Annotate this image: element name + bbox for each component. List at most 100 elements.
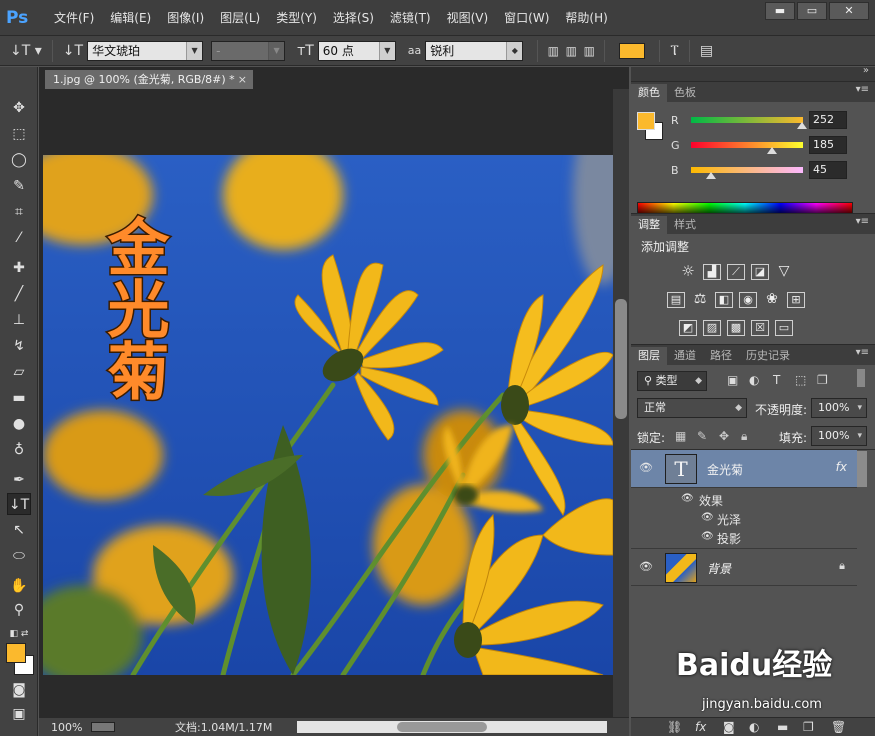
menu-image[interactable]: 图像(I) (159, 0, 212, 36)
vibrance-icon[interactable]: ▽ (775, 264, 793, 280)
effect-row-satin[interactable]: 👁︎ 光泽 (631, 510, 857, 528)
menu-type[interactable]: 类型(Y) (268, 0, 325, 36)
text-color-swatch[interactable] (619, 42, 646, 59)
new-adjustment-icon[interactable]: ◐ (749, 720, 759, 734)
red-value-input[interactable]: 252 (809, 111, 847, 129)
layer-row-background[interactable]: 👁︎ 背景 🔒︎ (631, 548, 857, 586)
vertical-scrollbar[interactable] (613, 89, 629, 717)
add-style-icon[interactable]: fx (695, 720, 706, 734)
green-value-input[interactable]: 185 (809, 136, 847, 154)
filter-shape-icon[interactable]: ⬚ (795, 373, 806, 387)
type-tool-preset-icon[interactable]: ↓T ▾ (6, 36, 46, 66)
gradient-map-icon[interactable]: ▭ (775, 320, 793, 336)
panel-menu-icon[interactable]: ▾≡ (856, 347, 869, 358)
eye-icon[interactable]: 👁︎ (681, 493, 694, 504)
path-select-icon[interactable]: ↖ (7, 519, 31, 541)
type-tool-icon[interactable]: ↓T (7, 493, 31, 515)
default-colors-icon[interactable]: ◧ ⇄ (7, 623, 31, 645)
tab-history[interactable]: 历史记录 (739, 347, 797, 365)
invert-icon[interactable]: ◩ (679, 320, 697, 336)
ellipse-tool-icon[interactable]: ⬭ (7, 545, 31, 567)
menu-layer[interactable]: 图层(L) (212, 0, 268, 36)
tab-paths[interactable]: 路径 (703, 347, 739, 365)
green-slider-handle[interactable] (767, 147, 778, 154)
lock-pixels-icon[interactable]: ✎ (697, 429, 707, 443)
lasso-tool-icon[interactable]: ◯ (7, 149, 31, 171)
bw-icon[interactable]: ◧ (715, 292, 733, 308)
close-tab-icon[interactable]: × (238, 70, 247, 89)
character-panel-icon[interactable]: ▤ (696, 36, 717, 66)
eye-icon[interactable]: 👁︎ (701, 531, 714, 542)
brush-tool-icon[interactable]: ╱ (7, 283, 31, 305)
filter-adjustment-icon[interactable]: ◐ (749, 373, 759, 387)
eye-icon[interactable]: 👁︎ (701, 512, 714, 523)
tab-color[interactable]: 颜色 (631, 84, 667, 102)
menu-view[interactable]: 视图(V) (439, 0, 497, 36)
maximize-button[interactable]: ▭ (797, 2, 827, 20)
menu-edit[interactable]: 编辑(E) (102, 0, 159, 36)
eyedropper-tool-icon[interactable]: ⁄ (7, 227, 31, 249)
document-tab[interactable]: 1.jpg @ 100% (金光菊, RGB/8#) * × (44, 69, 254, 89)
layer-name[interactable]: 金光菊 (707, 461, 743, 478)
move-tool-icon[interactable]: ✥ (7, 97, 31, 119)
pen-tool-icon[interactable]: ✒ (7, 469, 31, 491)
filter-toggle-icon[interactable] (857, 369, 865, 387)
collapse-panels-icon[interactable]: » (863, 65, 869, 76)
panel-menu-icon[interactable]: ▾≡ (856, 216, 869, 227)
tab-swatches[interactable]: 色板 (667, 84, 703, 102)
image-canvas[interactable]: 金光菊 (43, 155, 613, 675)
blur-tool-icon[interactable]: ● (7, 413, 31, 435)
menu-window[interactable]: 窗口(W) (496, 0, 557, 36)
filter-pixel-icon[interactable]: ▣ (727, 373, 738, 387)
brightness-icon[interactable]: ☼ (679, 264, 697, 280)
tab-layers[interactable]: 图层 (631, 347, 667, 365)
vertical-scroll-thumb[interactable] (615, 299, 627, 419)
red-slider[interactable] (691, 117, 803, 123)
align-right-icon[interactable]: ▥ (580, 41, 598, 61)
eraser-tool-icon[interactable]: ▱ (7, 361, 31, 383)
trash-icon[interactable]: 🗑︎ (831, 720, 846, 734)
horizontal-scrollbar[interactable] (297, 721, 607, 733)
add-mask-icon[interactable]: ◙ (723, 720, 735, 734)
tab-channels[interactable]: 通道 (667, 347, 703, 365)
marquee-tool-icon[interactable]: ⬚ (7, 123, 31, 145)
history-brush-icon[interactable]: ↯ (7, 335, 31, 357)
hand-tool-icon[interactable]: ✋ (7, 575, 31, 597)
zoom-level[interactable]: 100% (39, 721, 87, 734)
eye-icon[interactable]: 👁︎ (639, 462, 653, 474)
minimize-button[interactable]: ▬ (765, 2, 795, 20)
color-lookup-icon[interactable]: ⊞ (787, 292, 805, 308)
font-style-select[interactable]: - ▼ (211, 40, 286, 61)
gradient-tool-icon[interactable]: ▬ (7, 387, 31, 409)
close-button[interactable]: ✕ (829, 2, 869, 20)
horizontal-scroll-thumb[interactable] (397, 722, 487, 732)
curves-icon[interactable]: ⟋ (727, 264, 745, 280)
layer-name[interactable]: 背景 (707, 560, 731, 577)
menu-help[interactable]: 帮助(H) (557, 0, 615, 36)
menu-filter[interactable]: 滤镜(T) (382, 0, 439, 36)
new-layer-icon[interactable]: ❐ (803, 720, 814, 734)
lock-all-icon[interactable]: 🔒︎ (741, 429, 747, 444)
red-slider-handle[interactable] (796, 122, 807, 129)
effect-row-drop-shadow[interactable]: 👁︎ 投影 (631, 529, 857, 547)
menu-file[interactable]: 文件(F) (46, 0, 102, 36)
link-layers-icon[interactable]: ⛓ (667, 720, 682, 734)
blend-mode-select[interactable]: 正常 ◆ (637, 398, 747, 418)
font-family-select[interactable]: 华文琥珀 ▼ (87, 40, 204, 61)
align-left-icon[interactable]: ▥ (544, 41, 562, 61)
layer-row-text[interactable]: 👁︎ T 金光菊 fx (631, 450, 857, 488)
blue-slider-handle[interactable] (705, 172, 716, 179)
threshold-icon[interactable]: ▩ (727, 320, 745, 336)
panel-menu-icon[interactable]: ▾≡ (856, 84, 869, 95)
opacity-input[interactable]: 100% ▾ (811, 398, 867, 418)
clone-stamp-icon[interactable]: ⊥ (7, 309, 31, 331)
color-balance-icon[interactable]: ⚖ (691, 292, 709, 308)
lock-position-icon[interactable]: ✥ (719, 429, 729, 443)
posterize-icon[interactable]: ▨ (703, 320, 721, 336)
hue-sat-icon[interactable]: ▤ (667, 292, 685, 308)
channel-mixer-icon[interactable]: ❀ (763, 292, 781, 308)
antialias-select[interactable]: 锐利 ◆ (425, 40, 524, 61)
exposure-icon[interactable]: ◪ (751, 264, 769, 280)
text-orientation-icon[interactable]: ↓T (59, 36, 87, 66)
levels-icon[interactable]: ▟ (703, 264, 721, 280)
